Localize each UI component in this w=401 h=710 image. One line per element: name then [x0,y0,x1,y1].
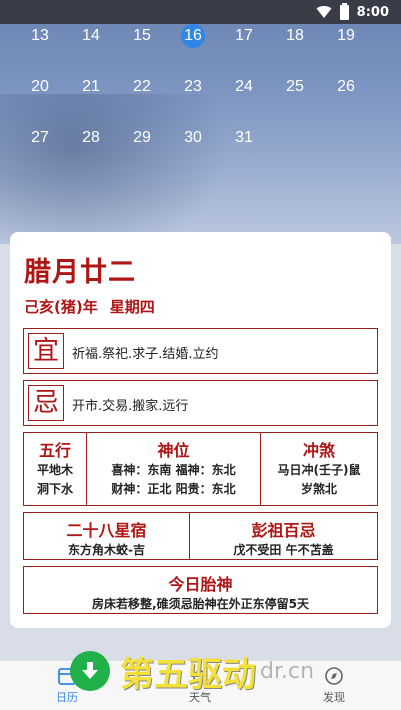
calendar-row: 27 28 29 30 31 [20,129,380,159]
shenwei-line: 财神：正北 阳贵：东北 [111,482,236,496]
wuxing-title: 五行 [38,441,71,460]
taishen-title: 今日胎神 [168,575,233,594]
pengzu-cell: 彭祖百忌 戊不受田 午不苫盖 [189,513,377,559]
almanac-table-row2: 二十八星宿 东方角木蛟-吉 彭祖百忌 戊不受田 午不苫盖 [23,512,378,560]
shenwei-title: 神位 [157,441,190,460]
day-detail-card: 腊月廿二 己亥(猪)年 星期四 宜 祈福.祭祀.求子.结婚.立约 忌 开市.交易.… [10,232,391,628]
watermark-text: 第五驱动 [120,654,256,695]
ji-section: 忌 开市.交易.搬家.远行 [23,380,378,426]
shenwei-cell: 神位 喜神：东南 福神：东北 财神：正北 阳贵：东北 [86,433,260,505]
calendar-day[interactable]: 18 [275,27,315,45]
year-name: 己亥(猪)年 [24,298,98,316]
pengzu-text: 戊不受田 午不苫盖 [233,543,334,557]
ji-activities: 开市.交易.搬家.远行 [72,399,189,414]
calendar-day[interactable]: 19 [326,27,366,45]
calendar-day[interactable]: 30 [173,129,213,147]
calendar-row: 20 21 22 23 24 25 26 [20,78,380,108]
calendar-day[interactable]: 17 [224,27,264,45]
download-arrow-icon [70,651,110,691]
calendar-day[interactable]: 22 [122,78,162,96]
calendar-day[interactable]: 14 [71,27,111,45]
ji-seal-icon: 忌 [28,385,64,421]
calendar-day-selected[interactable]: 16 [173,24,213,48]
compass-icon [325,667,343,685]
calendar-row: 13 14 15 16 17 18 19 [20,24,380,57]
background-mountain [0,94,230,244]
calendar-day[interactable]: 21 [71,78,111,96]
taishen-section: 今日胎神 房床若移整,碓须忌胎神在外正东停留5天 [23,566,378,614]
watermark-domain: dr.cn [260,658,315,684]
xingxiu-title: 二十八星宿 [66,521,147,540]
calendar-day[interactable]: 15 [122,27,162,45]
chongsha-cell: 冲煞 马日冲(壬子)鼠 岁煞北 [260,433,377,505]
calendar-day[interactable]: 29 [122,129,162,147]
calendar-day[interactable]: 13 [20,27,60,45]
lunar-date: 腊月廿二 [24,257,136,288]
taishen-text: 房床若移整,碓须忌胎神在外正东停留5天 [92,597,309,611]
shenwei-line: 喜神：东南 福神：东北 [111,463,236,477]
calendar-day[interactable]: 20 [20,78,60,96]
wuxing-line: 洞下水 [36,482,73,496]
calendar-day[interactable]: 23 [173,78,213,96]
wifi-icon [316,6,332,19]
calendar-day[interactable]: 28 [71,129,111,147]
wuxing-cell: 五行 平地木 洞下水 [24,433,86,505]
yi-activities: 祈福.祭祀.求子.结婚.立约 [72,347,219,362]
calendar-day[interactable]: 27 [20,129,60,147]
calendar-day[interactable]: 26 [326,78,366,96]
taishen-cell: 今日胎神 房床若移整,碓须忌胎神在外正东停留5天 [24,567,377,613]
calendar-day[interactable]: 31 [224,129,264,147]
weekday: 星期四 [109,298,155,316]
year-weekday-line: 己亥(猪)年 星期四 [24,296,155,317]
wuxing-line: 平地木 [36,463,73,477]
yi-seal-icon: 宜 [28,333,64,369]
almanac-table: 五行 平地木 洞下水 神位 喜神：东南 福神：东北 财神：正北 阳贵：东北 冲煞… [23,432,378,506]
calendar-month-view: 13 14 15 16 17 18 19 20 21 22 23 24 25 2… [0,24,401,244]
xingxiu-cell: 二十八星宿 东方角木蛟-吉 [24,513,189,559]
chongsha-line: 岁煞北 [300,482,337,496]
status-time: 8:00 [356,4,389,20]
calendar-day[interactable]: 25 [275,78,315,96]
yi-section: 宜 祈福.祭祀.求子.结婚.立约 [23,328,378,374]
xingxiu-text: 东方角木蛟-吉 [68,543,145,557]
watermark: 第五驱动 dr.cn [70,640,314,702]
chongsha-line: 马日冲(壬子)鼠 [277,463,361,477]
status-bar: 8:00 [0,0,401,24]
chongsha-title: 冲煞 [302,441,335,460]
battery-icon [339,2,349,20]
calendar-day[interactable]: 24 [224,78,264,96]
pengzu-title: 彭祖百忌 [251,521,316,540]
nav-discover-label: 发现 [323,691,345,704]
